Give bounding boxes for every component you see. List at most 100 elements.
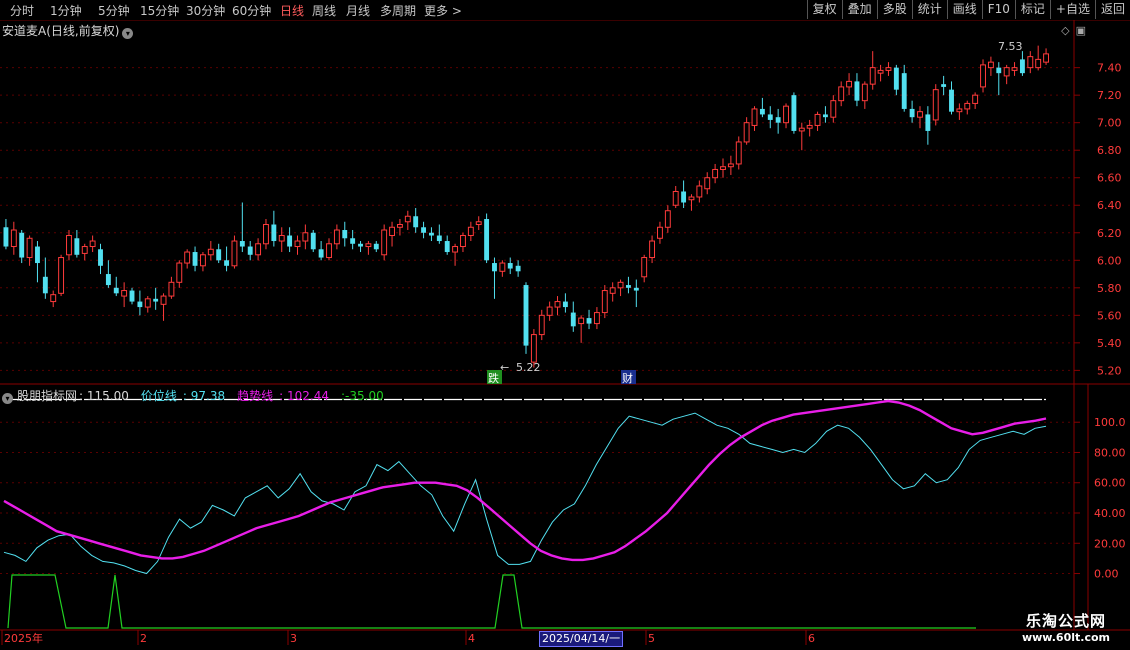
candle-body	[302, 232, 309, 242]
signal-line	[7, 574, 976, 629]
candle-body	[869, 67, 876, 85]
candle-body	[546, 306, 553, 316]
candle-body	[89, 240, 96, 248]
candle-body	[538, 314, 545, 336]
candle-body	[956, 108, 963, 113]
price-tick-label: 7.00	[1097, 117, 1122, 130]
candle-body	[649, 240, 656, 259]
price-tick-label: 7.20	[1097, 89, 1122, 102]
price-tick-label: 5.60	[1097, 309, 1122, 322]
candle-body	[633, 287, 639, 291]
trend-line-legend: 趋势线: 102.44	[237, 389, 329, 403]
chevron-down-icon[interactable]: ▾	[122, 28, 134, 39]
x-tick-label: 5	[648, 632, 655, 645]
candle-body	[121, 290, 128, 297]
indicator-title[interactable]: ▾ 股朋指标网: 115.00 价位线: 97.38 趋势线: 102.44:-35.…	[2, 387, 396, 404]
candle-body	[207, 248, 214, 256]
watermark-title: 乐淘公式网	[1025, 612, 1106, 630]
candle-body	[74, 238, 80, 255]
event-marker-die[interactable]: 跌	[488, 371, 499, 385]
chart-canvas[interactable]: 7.40 7.20 7.00 6.80 6.60 6.40 6.20 6.00 5.80 5.60…	[0, 0, 1130, 650]
candle-body	[507, 263, 513, 269]
candle-body	[941, 84, 947, 87]
candle-body	[775, 117, 781, 123]
candle-body	[467, 226, 474, 237]
candle-body	[484, 219, 490, 261]
candle-body	[759, 108, 765, 115]
candle-body	[444, 241, 450, 253]
candle-body	[492, 263, 497, 272]
candle-body	[1019, 59, 1025, 74]
candle-body	[436, 235, 442, 242]
watermark: 乐淘公式网 www.60lt.com	[1022, 610, 1110, 644]
window-icon[interactable]: ▣	[1076, 24, 1086, 37]
x-tick-label: 6	[808, 632, 815, 645]
x-tick-label: 2025年	[4, 631, 43, 645]
candle-body	[846, 80, 853, 88]
diamond-icon[interactable]: ◇	[1061, 24, 1069, 37]
candle-body	[50, 294, 57, 303]
chart-corner-icons: ◇ ▣	[1055, 24, 1086, 37]
high-price-label: 7.53	[998, 40, 1023, 53]
candle-body	[1003, 67, 1010, 77]
candle-body	[743, 122, 750, 143]
stock-title[interactable]: 安道麦A(日线,前复权) ▾	[2, 22, 134, 39]
candle-body	[814, 113, 821, 126]
candle-body	[3, 227, 9, 247]
candle-body	[176, 262, 183, 283]
candle-body	[404, 215, 411, 223]
candle-body	[350, 238, 356, 244]
candle-body	[893, 67, 899, 90]
candle-body	[720, 166, 726, 170]
candle-body	[798, 127, 805, 132]
price-tick-label: 5.20	[1097, 364, 1122, 377]
candle-body	[838, 86, 845, 102]
indicator-chevron-icon[interactable]: ▾	[2, 393, 13, 404]
candle-body	[1011, 67, 1018, 71]
grid-lines	[0, 67, 1074, 575]
price-tick-label: 5.40	[1097, 337, 1122, 350]
indicator-tick-label: 20.00	[1094, 537, 1126, 550]
candle-body	[925, 114, 931, 131]
price-tick-label: 5.80	[1097, 282, 1122, 295]
candle-body	[861, 83, 868, 102]
candle-body	[216, 249, 222, 261]
candle-body	[523, 285, 529, 346]
candle-body	[263, 224, 269, 245]
candle-body	[19, 232, 25, 258]
candle-body	[184, 251, 191, 264]
candle-body	[381, 229, 388, 256]
candle-body	[972, 94, 979, 104]
candle-body	[909, 108, 915, 118]
candle-body	[1027, 56, 1034, 69]
candle-body	[657, 226, 663, 239]
candle-body	[996, 67, 1002, 74]
candle-body	[932, 89, 939, 121]
candle-body	[326, 243, 332, 259]
watermark-url: www.60lt.com	[1021, 631, 1110, 644]
candle-body	[342, 230, 348, 239]
candle-body	[964, 102, 971, 110]
candle-body	[137, 301, 143, 308]
candle-body	[160, 295, 167, 305]
candle-body	[153, 298, 159, 302]
candle-body	[231, 240, 238, 267]
candle-body	[830, 100, 837, 118]
candle-body	[271, 224, 277, 242]
candle-body	[129, 290, 135, 302]
candle-body	[712, 168, 719, 179]
event-marker-cai[interactable]: 财	[622, 371, 633, 385]
candle-body	[672, 190, 679, 206]
candle-body	[396, 224, 403, 228]
candle-body	[373, 243, 379, 250]
candle-body	[987, 61, 994, 69]
candle-body	[593, 312, 600, 325]
candle-body	[287, 235, 293, 247]
candle-body	[365, 243, 372, 248]
candle-body	[460, 235, 466, 248]
price-tick-label: 6.00	[1097, 254, 1122, 267]
candle-body	[609, 287, 616, 294]
candle-body	[727, 163, 734, 168]
candle-body	[617, 281, 624, 289]
candle-body	[499, 262, 506, 272]
